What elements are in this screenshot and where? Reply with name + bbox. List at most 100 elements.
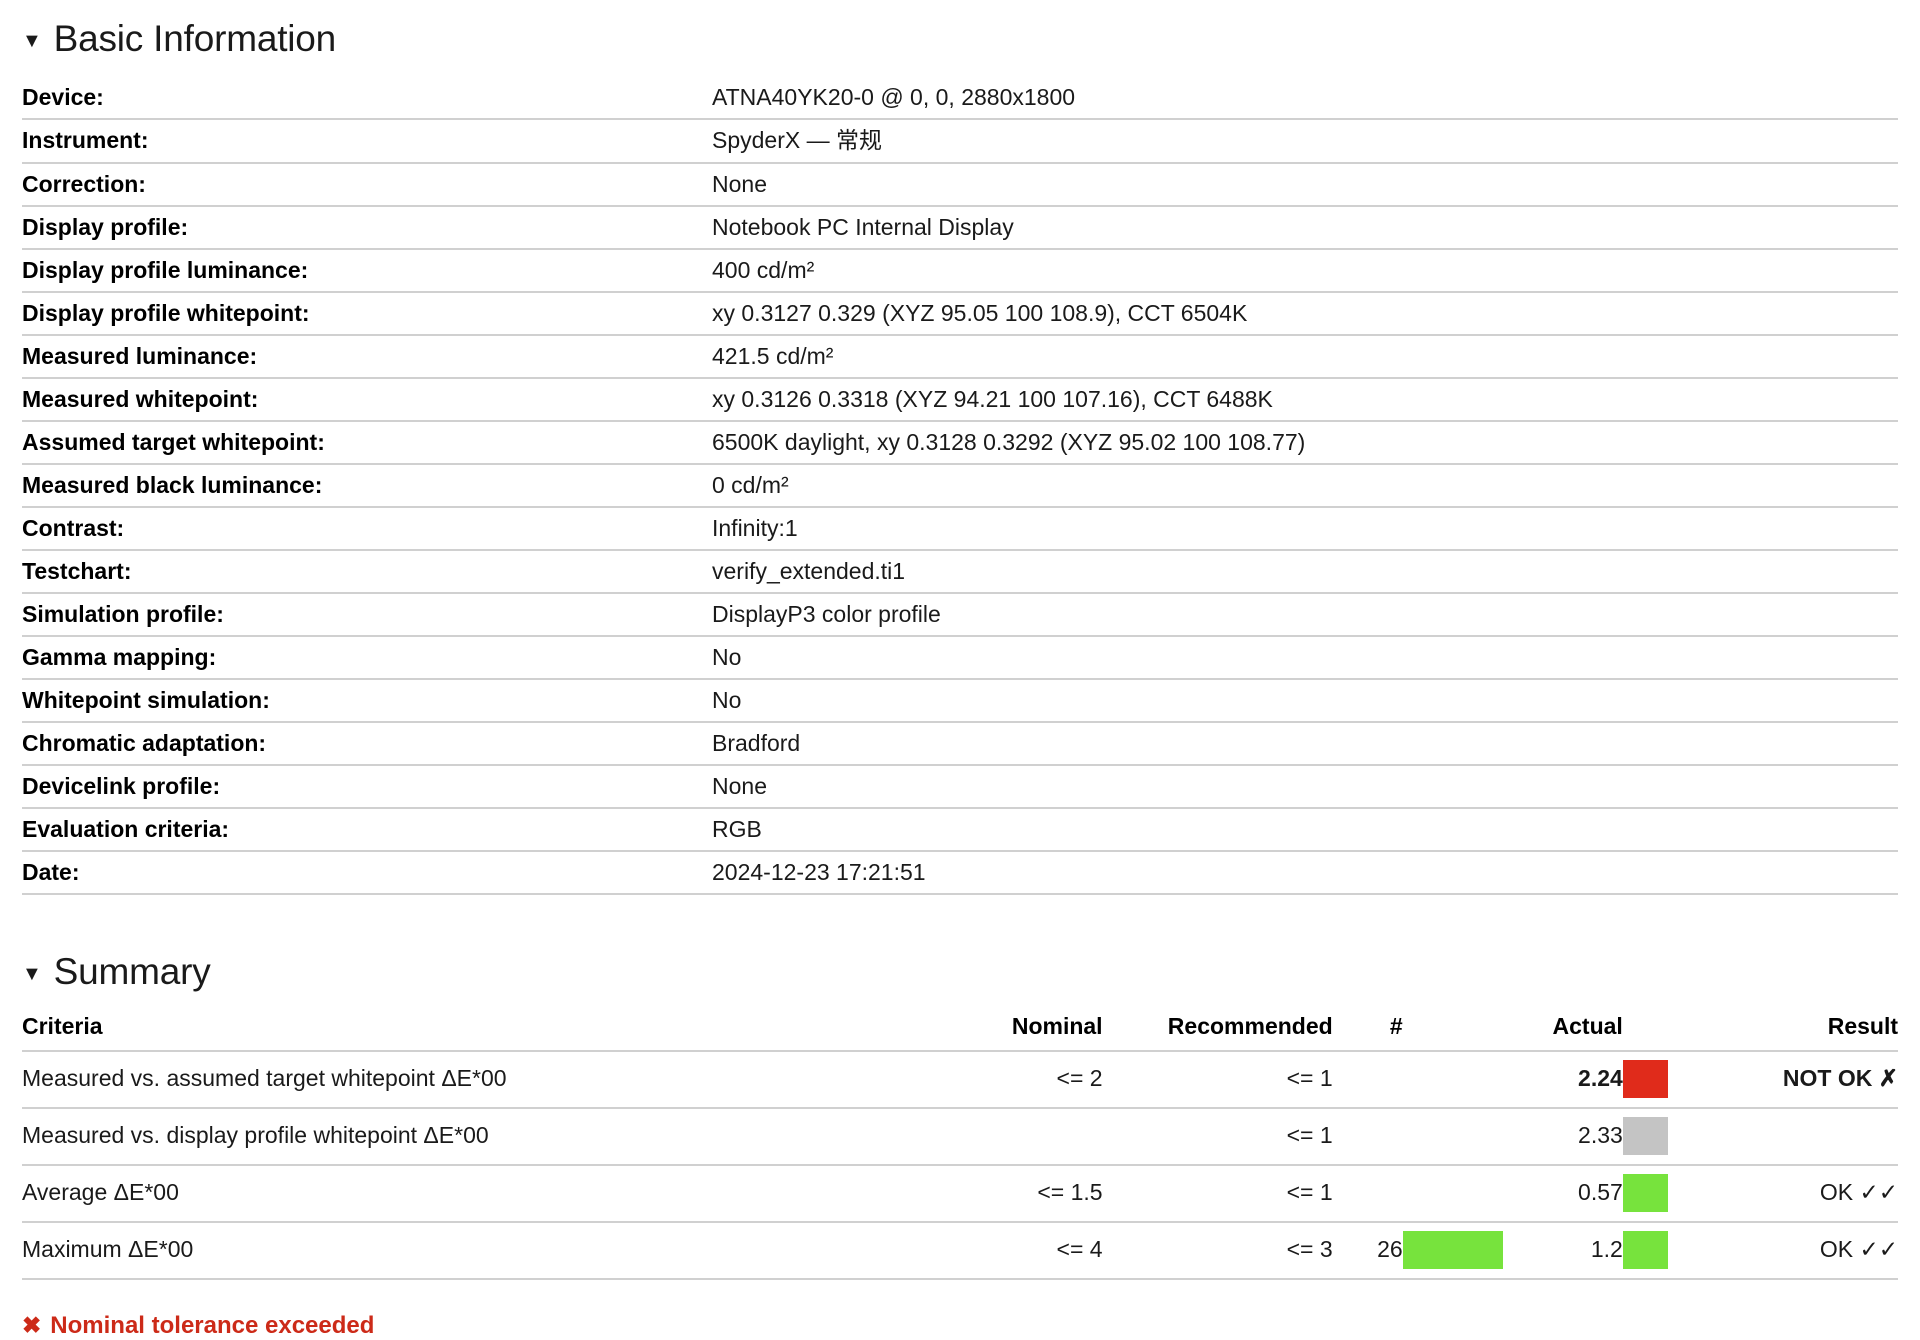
summary-heading[interactable]: ▼ Summary	[22, 951, 1898, 992]
summary-bar-left	[1402, 1050, 1503, 1109]
info-row: Chromatic adaptation: Bradford	[22, 721, 1898, 766]
bar-fill	[1403, 1174, 1503, 1212]
info-row: Gamma mapping: No	[22, 635, 1898, 680]
summary-row: Maximum ΔE*00 <= 4 <= 3 26 1.2 OK ✓✓	[22, 1221, 1898, 1280]
info-row-label: Display profile:	[22, 204, 712, 249]
report-page: ▼ Basic Information Device: ATNA40YK20-0 …	[0, 0, 1920, 1340]
info-row-value: Bradford	[712, 721, 1898, 766]
summary-nominal: <= 4	[902, 1221, 1103, 1280]
summary-actual: 2.33	[1502, 1107, 1623, 1166]
info-row-label: Whitepoint simulation:	[22, 678, 712, 723]
info-row-value: Notebook PC Internal Display	[712, 204, 1898, 249]
info-row-label: Device:	[22, 84, 104, 111]
info-row-value: 400 cd/m²	[712, 247, 1898, 292]
summary-criteria: Measured vs. display profile whitepoint …	[22, 1107, 903, 1166]
info-row-label: Measured whitepoint:	[22, 376, 712, 421]
info-row-label: Measured luminance:	[22, 333, 712, 378]
info-row: Display profile luminance: 400 cd/m²	[22, 247, 1898, 292]
info-row-value: Infinity:1	[712, 505, 1898, 550]
info-row-label: Contrast:	[22, 505, 712, 550]
triangle-down-icon[interactable]: ▼	[22, 964, 42, 984]
info-row: Display profile: Notebook PC Internal Dis…	[22, 204, 1898, 249]
header-result: Result	[1667, 1010, 1898, 1052]
bar-fill	[1622, 1059, 1668, 1098]
info-row-label: Chromatic adaptation:	[22, 721, 712, 766]
summary-criteria: Measured vs. assumed target whitepoint Δ…	[22, 1050, 903, 1109]
summary-header-row: Criteria Nominal Recommended # Actual Re…	[22, 1010, 1898, 1052]
tolerance-note-text: Nominal tolerance exceeded	[50, 1311, 375, 1339]
info-row: Measured luminance: 421.5 cd/m²	[22, 333, 1898, 378]
info-row: Simulation profile: DisplayP3 color profi…	[22, 591, 1898, 637]
info-row-label: Correction:	[22, 161, 712, 206]
summary-bar-right	[1622, 1221, 1668, 1280]
info-row: Measured whitepoint: xy 0.3126 0.3318 (XY…	[22, 376, 1898, 421]
summary-nominal	[902, 1107, 1103, 1166]
info-row-label: Devicelink profile:	[22, 764, 712, 809]
info-row: Contrast: Infinity:1	[22, 505, 1898, 550]
header-criteria: Criteria	[22, 1010, 903, 1052]
header-bar-right	[1622, 1010, 1668, 1052]
summary-actual: 2.24	[1502, 1050, 1623, 1109]
triangle-down-icon[interactable]: ▼	[22, 31, 42, 51]
info-row: Measured black luminance: 0 cd/m²	[22, 462, 1898, 507]
header-bar-left	[1402, 1010, 1503, 1052]
bar-fill	[1403, 1117, 1503, 1155]
tolerance-note: ✖ Nominal tolerance exceeded	[22, 1312, 1898, 1340]
summary-row: Measured vs. assumed target whitepoint Δ…	[22, 1050, 1898, 1109]
summary-bar-left	[1402, 1164, 1503, 1223]
info-row-label: Assumed target whitepoint:	[22, 419, 712, 464]
info-row: Display profile whitepoint: xy 0.3127 0.3…	[22, 290, 1898, 335]
info-row: Evaluation criteria: RGB	[22, 807, 1898, 852]
summary-count	[1332, 1107, 1403, 1166]
info-row-label: Simulation profile:	[22, 591, 712, 637]
info-row-label: Measured black luminance:	[22, 462, 712, 507]
bar-fill	[1622, 1173, 1668, 1212]
info-row-label: Display profile luminance:	[22, 247, 712, 292]
info-row-label: Gamma mapping:	[22, 635, 712, 680]
summary-count	[1332, 1050, 1403, 1109]
info-row-value: DisplayP3 color profile	[712, 591, 1898, 637]
basic-information-title: Basic Information	[53, 18, 337, 59]
info-row-value: None	[712, 764, 1898, 809]
info-row-label: Instrument:	[22, 118, 712, 163]
info-row-label: Date:	[22, 850, 712, 896]
info-row-value: No	[712, 635, 1898, 680]
summary-result	[1667, 1107, 1898, 1166]
info-row-label: Testchart:	[22, 548, 712, 593]
info-row: Assumed target whitepoint: 6500K daylight…	[22, 419, 1898, 464]
summary-result: OK ✓✓	[1667, 1164, 1898, 1223]
info-row: Correction: None	[22, 161, 1898, 206]
summary-nominal: <= 2	[902, 1050, 1103, 1109]
info-row-label: Display profile whitepoint:	[22, 290, 712, 335]
summary-result: NOT OK ✗	[1667, 1050, 1898, 1109]
summary-bar-left	[1402, 1107, 1503, 1166]
summary-bar-right	[1622, 1107, 1668, 1166]
info-row-value: verify_extended.ti1	[712, 548, 1898, 593]
summary-title: Summary	[53, 951, 211, 993]
x-mark-icon: ✖	[22, 1312, 42, 1339]
info-row-value: None	[712, 161, 1898, 206]
summary-actual: 1.2	[1502, 1221, 1623, 1280]
summary-row: Measured vs. display profile whitepoint …	[22, 1107, 1898, 1166]
summary-actual: 0.57	[1502, 1164, 1623, 1223]
summary-bar-right	[1622, 1050, 1668, 1109]
info-row-value: No	[712, 678, 1898, 723]
summary-count: 26	[1332, 1221, 1403, 1280]
summary-recommended: <= 1	[1102, 1050, 1333, 1109]
summary-bar-right	[1622, 1164, 1668, 1223]
info-row: Testchart: verify_extended.ti1	[22, 548, 1898, 593]
basic-information-heading[interactable]: ▼ Basic Information	[22, 18, 1898, 59]
info-row-value: ATNA40YK20-0 @ 0, 0, 2880x1800	[712, 84, 1076, 111]
info-row-label: Evaluation criteria:	[22, 807, 712, 852]
summary-recommended: <= 1	[1102, 1164, 1333, 1223]
info-row-value: 0 cd/m²	[712, 462, 1898, 507]
bar-fill	[1403, 1060, 1503, 1098]
info-row-value: xy 0.3126 0.3318 (XYZ 94.21 100 107.16),…	[712, 376, 1898, 421]
header-nominal: Nominal	[902, 1010, 1103, 1052]
bar-fill	[1622, 1116, 1668, 1155]
bar-fill	[1622, 1230, 1668, 1269]
info-row: Devicelink profile: None	[22, 764, 1898, 809]
header-actual: Actual	[1502, 1010, 1623, 1052]
info-row-value: SpyderX — 常规	[712, 118, 1898, 163]
